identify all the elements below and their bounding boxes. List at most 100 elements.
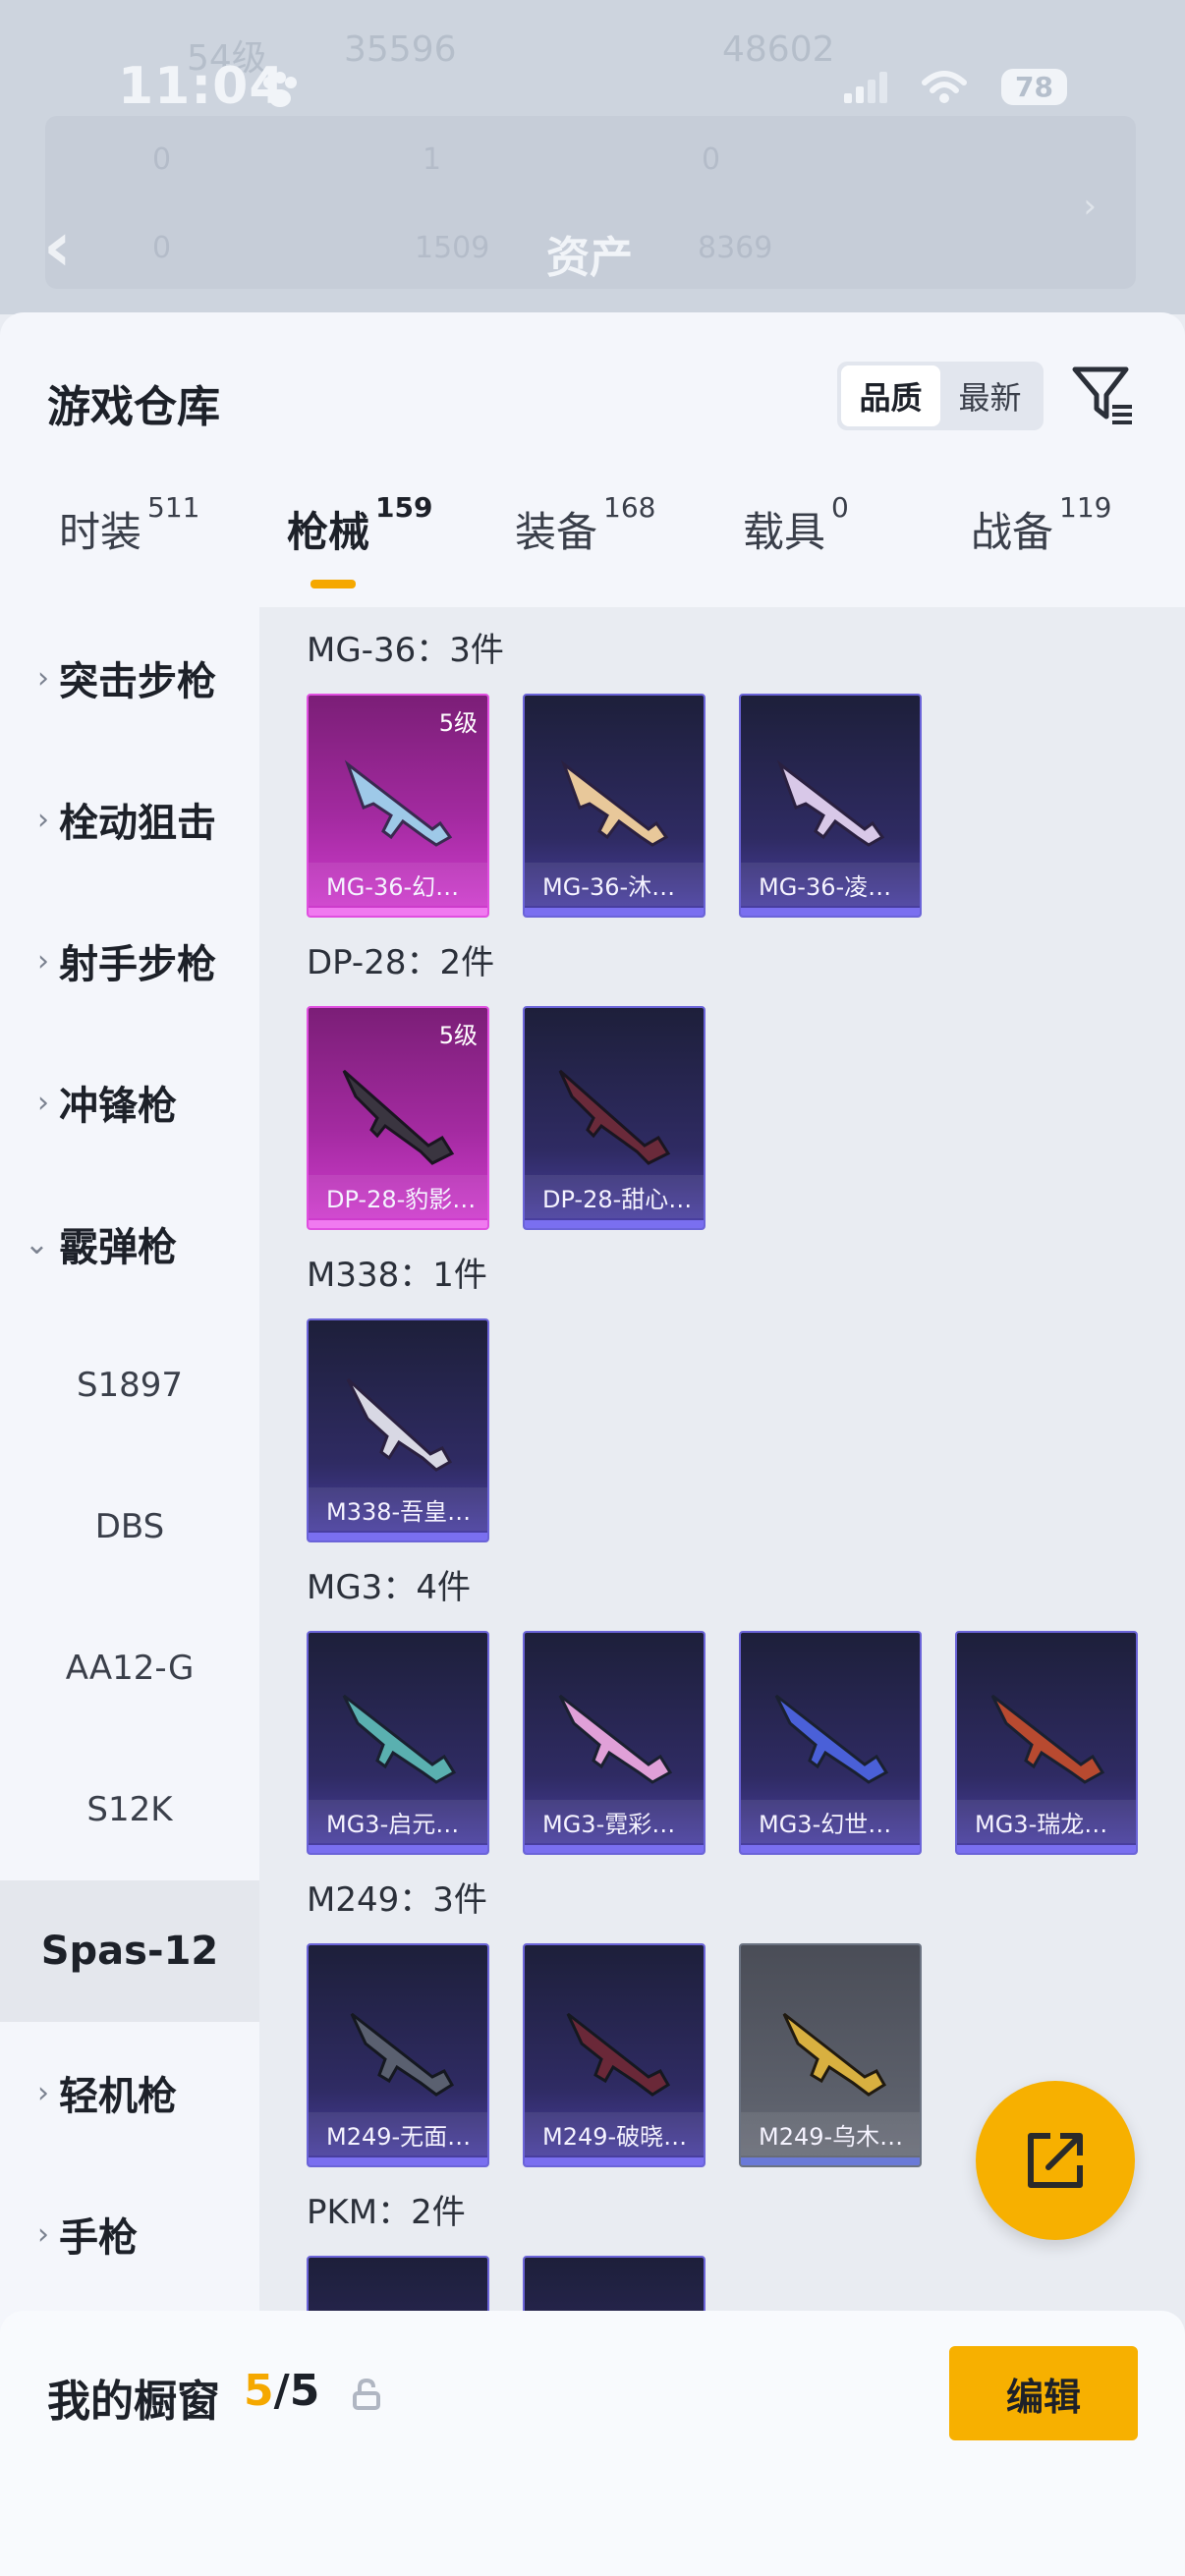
faded-value: 0: [152, 231, 172, 265]
weapon-name: MG-36-凌…: [741, 863, 920, 906]
weapon-image: [558, 1694, 673, 1784]
weapon-image: [350, 2012, 455, 2097]
weapon-name: M249-乌木…: [741, 2112, 920, 2156]
group-label: M249：3件: [307, 1880, 487, 1920]
warehouse-sheet: 游戏仓库 品质 最新 时装511 枪械159 装备168 载具0 战备119 ›…: [0, 312, 1185, 2576]
sidebar-item-label: 手枪: [59, 2215, 138, 2261]
weapon-name: M338-吾皇…: [309, 1487, 487, 1531]
rarity-bar: [957, 1845, 1136, 1853]
filter-icon[interactable]: [1069, 360, 1138, 428]
sidebar-item-pistol[interactable]: › 手枪: [0, 2163, 259, 2305]
back-chevron-icon[interactable]: ‹: [43, 206, 72, 287]
weapon-image: [782, 2012, 887, 2097]
weapon-card[interactable]: 5级 DP-28-豹影…: [307, 1006, 489, 1230]
faded-value: 1: [423, 142, 442, 177]
chevron-down-icon: ⌄: [24, 1226, 49, 1261]
weapon-image: [342, 1694, 457, 1784]
signal-icon: [844, 71, 888, 103]
weapon-name: MG-36-幻…: [309, 863, 487, 906]
weapon-card[interactable]: M338-吾皇…: [307, 1318, 489, 1542]
sort-segmented-control: 品质 最新: [837, 362, 1044, 430]
weapon-name: M249-破晓…: [525, 2112, 704, 2156]
sidebar-sub-aa12g[interactable]: AA12-G: [0, 1597, 259, 1739]
chevron-right-icon: ›: [1083, 187, 1097, 226]
level-badge: 5级: [438, 1022, 478, 1049]
weapon-card[interactable]: MG3-霓彩…: [523, 1631, 705, 1855]
weapon-card[interactable]: M249-乌木…: [739, 1943, 922, 2167]
rarity-bar: [309, 1845, 487, 1853]
weapon-card[interactable]: 5级 MG-36-幻…: [307, 694, 489, 918]
chevron-right-icon: ›: [37, 802, 49, 837]
sheet-title: 游戏仓库: [47, 382, 220, 432]
weapon-card[interactable]: MG3-启元…: [307, 1631, 489, 1855]
weapon-image: [566, 2012, 671, 2097]
status-icons: 78: [844, 69, 1067, 105]
weapon-card[interactable]: MG-36-沐…: [523, 694, 705, 918]
sidebar-item-smg[interactable]: › 冲锋枪: [0, 1032, 259, 1173]
rarity-bar: [309, 2157, 487, 2165]
sort-quality-option[interactable]: 品质: [841, 365, 940, 426]
tab-label: 时装: [59, 508, 142, 556]
weapon-card[interactable]: MG3-幻世…: [739, 1631, 922, 1855]
weapon-name: DP-28-甜心…: [525, 1175, 704, 1218]
weapon-image: [342, 1069, 455, 1165]
faded-value: 0: [152, 142, 172, 177]
weapon-grid: MG-36：3件 5级 MG-36-幻… MG-36-沐… MG-36-凌… D…: [259, 607, 1185, 2576]
tab-supplies[interactable]: 战备119: [971, 491, 1111, 559]
sidebar-item-label: 轻机枪: [59, 2074, 177, 2119]
weapon-category-sidebar: › 突击步枪 › 栓动狙击 › 射手步枪 › 冲锋枪 ⌄ 霰弹枪 S1897 DBS AA…: [0, 607, 259, 2576]
sidebar-item-lmg[interactable]: › 轻机枪: [0, 2022, 259, 2163]
weapon-card[interactable]: MG3-瑞龙…: [955, 1631, 1138, 1855]
sidebar-item-assault-rifle[interactable]: › 突击步枪: [0, 607, 259, 749]
sidebar-sub-s12k[interactable]: S12K: [0, 1739, 259, 1880]
share-button[interactable]: [976, 2081, 1135, 2240]
weapon-name: M249-无面…: [309, 2112, 487, 2156]
weapon-card[interactable]: MG-36-凌…: [739, 694, 922, 918]
sidebar-item-shotgun[interactable]: ⌄ 霰弹枪: [0, 1173, 259, 1315]
chevron-right-icon: ›: [37, 2216, 49, 2252]
faded-value: 8369: [698, 231, 773, 265]
chevron-right-icon: ›: [37, 943, 49, 979]
sidebar-item-bolt-sniper[interactable]: › 栓动狙击: [0, 749, 259, 890]
edit-button[interactable]: 编辑: [949, 2346, 1138, 2440]
sort-newest-option[interactable]: 最新: [940, 365, 1040, 426]
showcase-current: 5: [244, 2366, 274, 2416]
tab-equipment[interactable]: 装备168: [515, 491, 655, 559]
weapon-card[interactable]: DP-28-甜心…: [523, 1006, 705, 1230]
tab-fashion[interactable]: 时装511: [59, 491, 199, 559]
sidebar-sub-spas12[interactable]: Spas-12: [0, 1880, 259, 2022]
tab-count: 511: [147, 491, 200, 524]
sidebar-item-label: 突击步枪: [59, 659, 216, 704]
tab-vehicles[interactable]: 载具0: [743, 491, 849, 559]
sidebar-sub-dbs[interactable]: DBS: [0, 1456, 259, 1597]
chevron-right-icon: ›: [37, 2075, 49, 2110]
background-title: 资产: [546, 233, 633, 283]
sidebar-item-label: 栓动狙击: [59, 801, 216, 846]
group-label: MG-36：3件: [307, 631, 504, 670]
tab-label: 装备: [515, 508, 598, 556]
category-tabs: 时装511 枪械159 装备168 载具0 战备119: [0, 491, 1185, 597]
rarity-bar: [525, 908, 704, 916]
rarity-bar: [525, 1220, 704, 1228]
weapon-image: [558, 1069, 671, 1165]
background-page: 54级 35596 48602 0 1 0 0 1509 8369 11:04 …: [0, 0, 1185, 314]
sidebar-item-marksman-rifle[interactable]: › 射手步枪: [0, 890, 259, 1032]
tab-count: 159: [375, 491, 433, 524]
sidebar-sub-s1897[interactable]: S1897: [0, 1315, 259, 1456]
sidebar-item-label: 射手步枪: [59, 942, 216, 987]
sidebar-item-label: 冲锋枪: [59, 1084, 177, 1129]
rarity-bar: [525, 1845, 704, 1853]
group-label: PKM：2件: [307, 2193, 466, 2232]
weapon-name: MG3-霓彩…: [525, 1800, 704, 1843]
rarity-bar: [741, 2157, 920, 2165]
chevron-right-icon: ›: [37, 1085, 49, 1120]
weapon-name: MG-36-沐…: [525, 863, 704, 906]
showcase-count: 5/5: [244, 2366, 319, 2416]
weapon-image: [990, 1694, 1105, 1784]
weapon-card[interactable]: M249-破晓…: [523, 1943, 705, 2167]
faded-value: 48602: [722, 29, 835, 70]
weapon-card[interactable]: M249-无面…: [307, 1943, 489, 2167]
tab-firearms[interactable]: 枪械159: [287, 491, 432, 559]
faded-value: 0: [702, 142, 721, 177]
rarity-bar: [741, 1845, 920, 1853]
